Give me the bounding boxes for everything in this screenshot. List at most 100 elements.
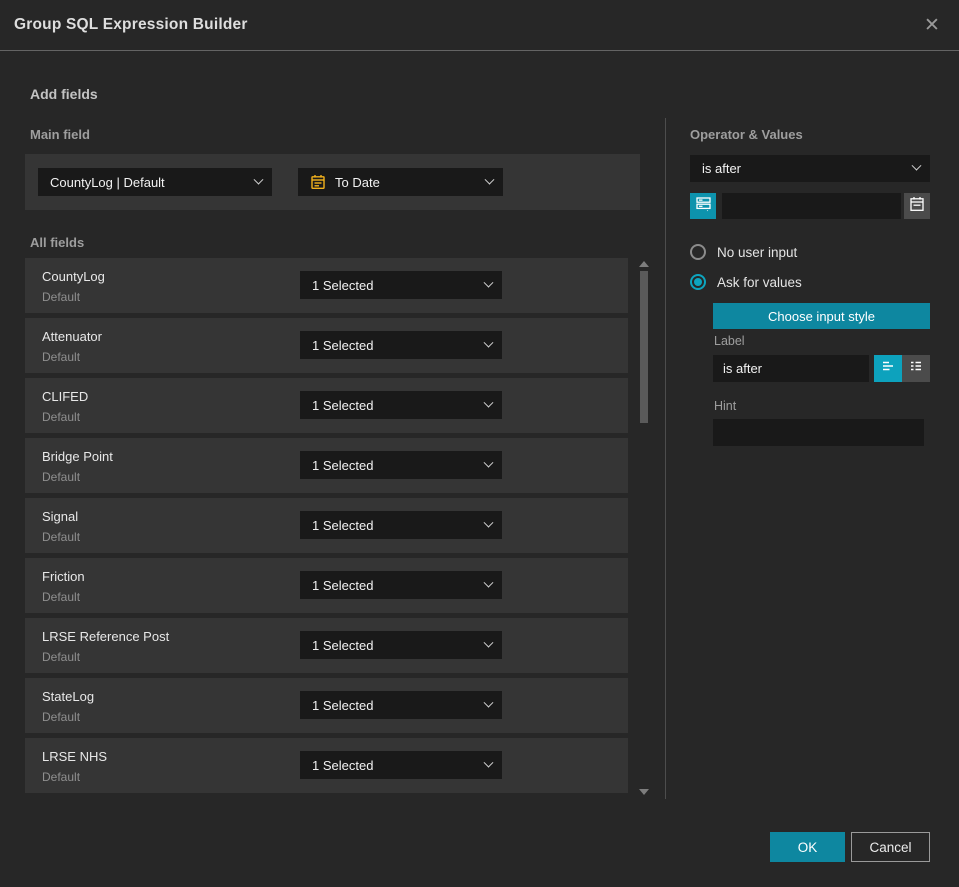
field-subtitle: Default [42,710,81,724]
field-values-select-value: 1 Selected [312,757,374,773]
value-list-icon [695,195,712,217]
radio-circle-unchecked [690,244,706,260]
chevron-down-icon [484,174,495,185]
radio-label: No user input [717,244,798,260]
field-subtitle: Default [42,590,81,604]
field-name: CLIFED [42,389,89,404]
date-value-input[interactable] [722,193,901,219]
field-values-select[interactable]: 1 Selected [300,331,502,359]
field-subtitle: Default [42,530,81,544]
cancel-button-label: Cancel [869,839,912,855]
dialog-title: Group SQL Expression Builder [14,16,248,33]
label-caption: Label [714,334,745,348]
align-left-icon [880,358,896,379]
list-style-button[interactable] [902,355,930,382]
all-fields-label: All fields [30,235,85,250]
main-field-select[interactable]: CountyLog | Default [38,168,272,196]
field-values-select[interactable]: 1 Selected [300,751,502,779]
hint-caption: Hint [714,399,737,413]
chevron-down-icon [483,397,494,408]
panel-divider [665,118,666,799]
field-subtitle: Default [42,650,81,664]
calendar-button[interactable] [904,193,930,219]
ok-button-label: OK [797,839,818,855]
radio-circle-checked [690,274,706,290]
chevron-down-icon [253,174,264,185]
chevron-down-icon [483,337,494,348]
field-row: Signal Default 1 Selected [25,498,628,553]
field-row: CountyLog Default 1 Selected [25,258,628,313]
label-input[interactable] [713,355,869,382]
main-field-panel: CountyLog | Default To Date [25,154,640,210]
main-field-select-value: CountyLog | Default [50,174,165,190]
scroll-down-icon[interactable] [639,789,649,795]
field-name: StateLog [42,689,95,704]
group-sql-expression-builder-dialog: Group SQL Expression Builder ✕ Add field… [0,0,959,887]
chevron-down-icon [911,160,922,171]
field-values-select-value: 1 Selected [312,337,374,353]
field-values-select-value: 1 Selected [312,517,374,533]
date-value-input-wrap [722,193,901,219]
field-values-select[interactable]: 1 Selected [300,571,502,599]
field-values-select[interactable]: 1 Selected [300,271,502,299]
field-values-select[interactable]: 1 Selected [300,391,502,419]
field-row: LRSE Reference Post Default 1 Selected [25,618,628,673]
date-value-row [690,193,930,219]
radio-label: Ask for values [717,274,802,290]
input-type-button[interactable] [690,193,716,219]
field-subtitle: Default [42,410,81,424]
cancel-button[interactable]: Cancel [851,832,930,862]
list-icon [908,358,924,379]
field-row: LRSE NHS Default 1 Selected [25,738,628,793]
calendar-icon [909,196,925,217]
operator-select-value: is after [702,161,742,176]
close-button[interactable]: ✕ [917,10,947,40]
field-subtitle: Default [42,350,81,364]
field-subtitle: Default [42,770,81,784]
field-name: Bridge Point [42,449,113,464]
chevron-down-icon [483,757,494,768]
field-values-select-value: 1 Selected [312,637,374,653]
chevron-down-icon [483,517,494,528]
radio-no-user-input[interactable]: No user input [690,244,797,260]
field-row: Attenuator Default 1 Selected [25,318,628,373]
field-values-select[interactable]: 1 Selected [300,451,502,479]
main-field-label: Main field [30,127,90,142]
field-row: CLIFED Default 1 Selected [25,378,628,433]
hint-input[interactable] [713,419,924,446]
text-style-button[interactable] [874,355,902,382]
scroll-up-icon[interactable] [639,261,649,267]
chevron-down-icon [483,577,494,588]
field-name: LRSE Reference Post [42,629,170,644]
field-subtitle: Default [42,470,81,484]
choose-input-style-button[interactable]: Choose input style [713,303,930,329]
label-input-wrap [713,355,869,382]
all-fields-list: CountyLog Default 1 Selected Attenuator … [25,258,628,798]
add-fields-heading: Add fields [30,86,98,102]
hint-input-wrap [713,419,924,446]
choose-input-style-label: Choose input style [768,308,875,324]
field-name: Signal [42,509,79,524]
date-type-select[interactable]: To Date [298,168,503,196]
ok-button[interactable]: OK [770,832,845,862]
field-name: Attenuator [42,329,102,344]
label-row [713,355,930,382]
chevron-down-icon [483,457,494,468]
field-row: StateLog Default 1 Selected [25,678,628,733]
field-values-select[interactable]: 1 Selected [300,511,502,539]
scrollbar-thumb[interactable] [640,271,648,423]
chevron-down-icon [483,697,494,708]
field-row: Friction Default 1 Selected [25,558,628,613]
field-values-select-value: 1 Selected [312,397,374,413]
field-name: CountyLog [42,269,105,284]
chevron-down-icon [483,637,494,648]
field-values-select[interactable]: 1 Selected [300,631,502,659]
field-row: Bridge Point Default 1 Selected [25,438,628,493]
list-scrollbar[interactable] [638,258,650,798]
field-values-select-value: 1 Selected [312,277,374,293]
field-values-select[interactable]: 1 Selected [300,691,502,719]
field-name: LRSE NHS [42,749,108,764]
operator-select[interactable]: is after [690,155,930,182]
radio-ask-for-values[interactable]: Ask for values [690,274,802,290]
field-name: Friction [42,569,85,584]
